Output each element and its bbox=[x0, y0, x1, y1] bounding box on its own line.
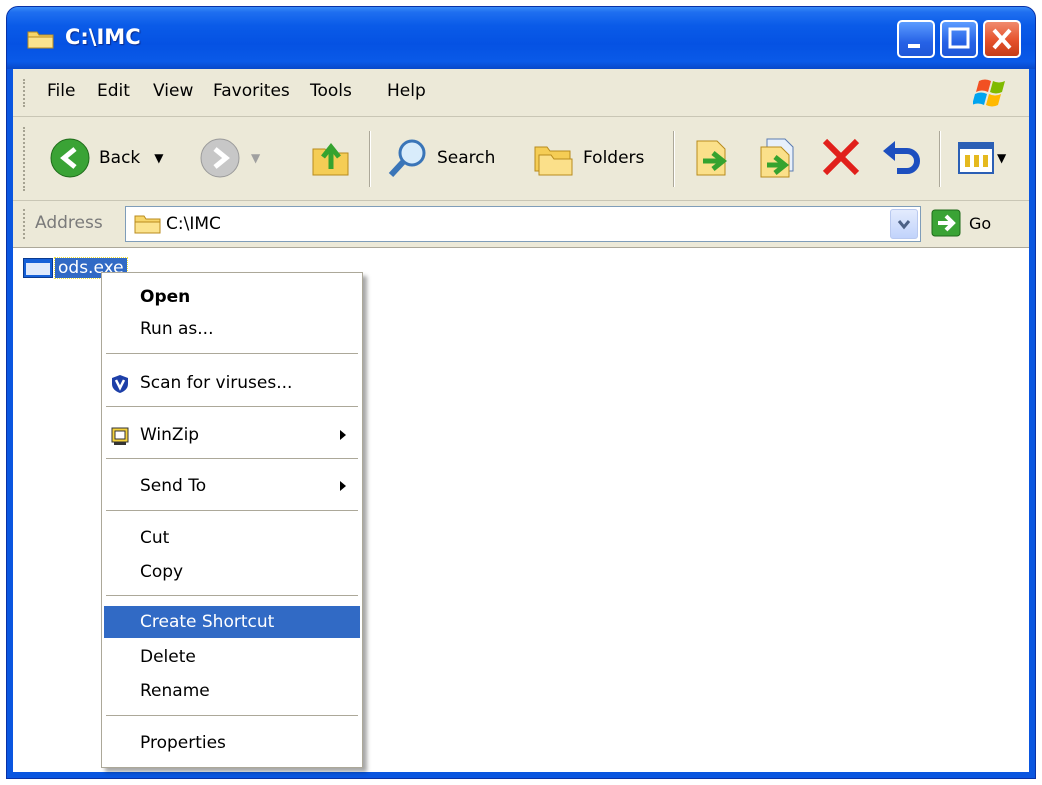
menu-item-winzip[interactable]: WinZip bbox=[104, 419, 360, 451]
menu-item-delete[interactable]: Delete bbox=[104, 641, 360, 673]
views-icon bbox=[958, 142, 994, 174]
address-label: Address bbox=[35, 213, 103, 233]
menu-favorites[interactable]: Favorites bbox=[213, 81, 290, 101]
menu-item-label: WinZip bbox=[140, 425, 200, 445]
delete-button[interactable] bbox=[819, 135, 863, 179]
menu-separator bbox=[106, 458, 358, 459]
folder-icon bbox=[27, 31, 54, 49]
submenu-arrow-icon bbox=[340, 430, 346, 440]
window-title: C:\IMC bbox=[65, 25, 141, 49]
menu-item-label: Scan for viruses... bbox=[140, 373, 293, 393]
toolbar-separator bbox=[369, 131, 371, 187]
menu-help[interactable]: Help bbox=[387, 81, 426, 101]
views-dropdown-icon[interactable]: ▼ bbox=[997, 151, 1006, 165]
close-icon bbox=[992, 28, 1012, 50]
search-label: Search bbox=[437, 148, 496, 168]
winzip-icon bbox=[111, 427, 129, 445]
folders-label: Folders bbox=[583, 148, 645, 168]
toolbar-separator bbox=[939, 131, 941, 187]
move-to-icon bbox=[696, 140, 728, 176]
menu-item-create-shortcut[interactable]: Create Shortcut bbox=[104, 606, 360, 638]
search-icon bbox=[388, 139, 426, 178]
folder-icon bbox=[134, 215, 161, 234]
forward-dropdown-icon[interactable]: ▼ bbox=[251, 151, 260, 165]
menu-separator bbox=[106, 595, 358, 596]
menu-view[interactable]: View bbox=[153, 81, 193, 101]
menu-item-copy[interactable]: Copy bbox=[104, 556, 360, 588]
menu-item-label: Create Shortcut bbox=[140, 612, 275, 632]
menu-item-label: Copy bbox=[140, 562, 184, 582]
forward-button[interactable]: ▼ bbox=[199, 137, 260, 179]
menu-file[interactable]: File bbox=[47, 81, 75, 101]
back-label: Back bbox=[99, 148, 141, 168]
go-button[interactable]: Go bbox=[931, 209, 991, 237]
close-button[interactable] bbox=[983, 20, 1021, 58]
address-input[interactable]: C:\IMC bbox=[125, 206, 921, 242]
context-menu: Open Run as... Scan for viruses... WinZi… bbox=[101, 272, 363, 768]
chevron-down-icon bbox=[897, 220, 911, 230]
folder-up-icon bbox=[312, 142, 349, 176]
address-value: C:\IMC bbox=[166, 214, 221, 234]
menu-item-properties[interactable]: Properties bbox=[104, 727, 360, 759]
menu-item-label: Run as... bbox=[140, 319, 214, 339]
menu-item-run-as[interactable]: Run as... bbox=[104, 313, 360, 345]
delete-x-icon bbox=[822, 138, 860, 176]
maximize-icon bbox=[948, 27, 970, 49]
submenu-arrow-icon bbox=[340, 481, 346, 491]
undo-button[interactable] bbox=[879, 135, 923, 179]
folders-button[interactable]: Folders bbox=[531, 137, 644, 179]
move-to-button[interactable] bbox=[691, 135, 735, 179]
menu-edit[interactable]: Edit bbox=[97, 81, 130, 101]
up-folder-button[interactable] bbox=[309, 135, 353, 179]
go-arrow-icon bbox=[931, 209, 961, 237]
folders-icon bbox=[534, 146, 573, 176]
windows-logo-icon bbox=[973, 79, 1005, 107]
forward-arrow-icon bbox=[200, 138, 240, 178]
undo-icon bbox=[883, 141, 920, 174]
menu-item-label: Rename bbox=[140, 681, 210, 701]
menu-item-scan-viruses[interactable]: Scan for viruses... bbox=[104, 367, 360, 399]
menu-item-cut[interactable]: Cut bbox=[104, 522, 360, 554]
back-button[interactable]: Back ▼ bbox=[49, 137, 164, 179]
title-bar[interactable]: C:\IMC bbox=[7, 7, 1035, 69]
menu-separator bbox=[106, 406, 358, 407]
minimize-icon bbox=[908, 44, 920, 48]
maximize-button[interactable] bbox=[940, 20, 978, 58]
standard-toolbar: Back ▼ ▼ Search Folders ▼ bbox=[13, 117, 1029, 201]
search-button[interactable]: Search bbox=[387, 137, 495, 179]
menu-item-open[interactable]: Open bbox=[104, 281, 360, 313]
toolbar-grip[interactable] bbox=[23, 127, 26, 191]
menu-item-label: Send To bbox=[140, 476, 207, 496]
address-dropdown-button[interactable] bbox=[890, 209, 918, 239]
executable-icon bbox=[23, 258, 53, 278]
address-bar: Address C:\IMC Go bbox=[13, 201, 1029, 247]
back-dropdown-icon[interactable]: ▼ bbox=[154, 151, 163, 165]
menu-item-rename[interactable]: Rename bbox=[104, 675, 360, 707]
menu-bar: File Edit View Favorites Tools Help bbox=[13, 69, 1029, 117]
menu-item-label: Open bbox=[140, 287, 191, 307]
minimize-button[interactable] bbox=[897, 20, 935, 58]
menu-item-send-to[interactable]: Send To bbox=[104, 470, 360, 502]
menu-separator bbox=[106, 353, 358, 354]
menubar-grip[interactable] bbox=[23, 79, 26, 107]
menu-separator bbox=[106, 510, 358, 511]
back-arrow-icon bbox=[50, 138, 90, 178]
menu-tools[interactable]: Tools bbox=[310, 81, 352, 101]
menu-item-label: Cut bbox=[140, 528, 170, 548]
views-button[interactable]: ▼ bbox=[957, 139, 1006, 177]
shield-icon bbox=[112, 375, 128, 393]
copy-to-icon bbox=[760, 138, 794, 178]
toolbar-separator bbox=[673, 131, 675, 187]
addressbar-grip[interactable] bbox=[23, 209, 26, 239]
menu-item-label: Delete bbox=[140, 647, 196, 667]
copy-to-button[interactable] bbox=[757, 135, 801, 179]
go-label: Go bbox=[969, 213, 992, 233]
menu-item-label: Properties bbox=[140, 733, 226, 753]
menu-separator bbox=[106, 715, 358, 716]
